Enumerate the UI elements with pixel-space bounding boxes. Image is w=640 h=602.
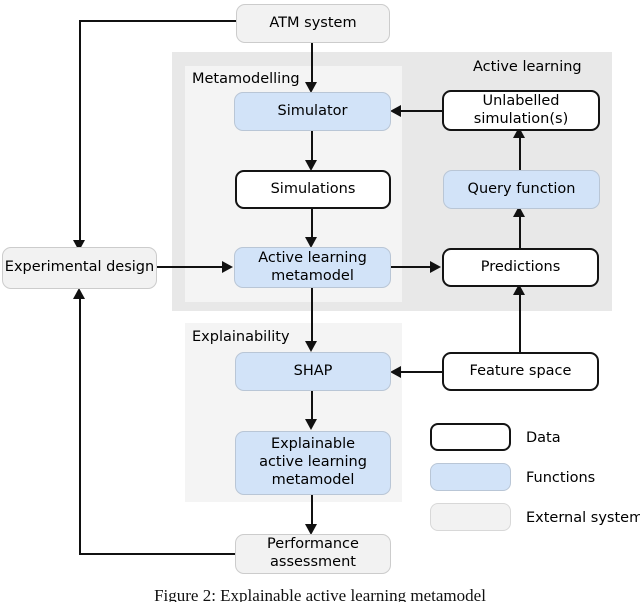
figure-caption: Figure 2: Explainable active learning me… <box>154 586 486 602</box>
connector-atm-to-left-bus <box>79 20 237 23</box>
legend-label-functions: Functions <box>526 470 596 486</box>
arrowhead-into-experimental-design-from-below <box>73 288 85 299</box>
arrowhead-into-explainable-alm <box>305 419 317 430</box>
node-predictions[interactable]: Predictions <box>442 248 599 287</box>
node-performance-assessment[interactable]: Performance assessment <box>235 534 391 574</box>
node-simulations-label: Simulations <box>270 180 356 197</box>
arrowhead-into-shap <box>305 341 317 352</box>
arrowhead-into-predictions <box>430 261 441 273</box>
node-explainable-active-learning-metamodel[interactable]: Explainable active learning metamodel <box>235 431 391 495</box>
node-feature-space[interactable]: Feature space <box>442 352 599 391</box>
node-experimental-design[interactable]: Experimental design <box>2 247 157 289</box>
arrowhead-into-simulator-from-right <box>390 105 401 117</box>
arrowhead-into-shap-from-right <box>390 366 401 378</box>
connector-unlabelled-to-simulator <box>399 110 444 113</box>
arrowhead-into-alm-from-left <box>222 261 233 273</box>
legend-swatch-data <box>430 423 511 451</box>
region-explainability-label: Explainability <box>192 329 290 345</box>
node-query-function-label: Query function <box>467 180 576 197</box>
node-query-function[interactable]: Query function <box>443 170 600 209</box>
node-shap[interactable]: SHAP <box>235 352 391 391</box>
node-active-learning-metamodel[interactable]: Active learning metamodel <box>234 247 391 288</box>
connector-query-to-unlabelled <box>519 136 522 171</box>
node-shap-label: SHAP <box>293 362 333 379</box>
node-active-learning-metamodel-label: Active learning metamodel <box>258 249 367 284</box>
connector-featurespace-to-shap <box>399 371 444 374</box>
legend-swatch-external-systems <box>430 503 511 531</box>
legend-label-external-systems: External systems <box>526 510 640 526</box>
connector-predictions-to-query <box>519 215 522 250</box>
connector-performance-to-left-bus <box>79 553 237 556</box>
node-experimental-design-label: Experimental design <box>4 259 155 276</box>
connector-featurespace-to-predictions <box>519 292 522 352</box>
region-active-learning-label: Active learning <box>473 59 582 75</box>
node-predictions-label: Predictions <box>480 258 561 275</box>
legend-label-data: Data <box>526 430 561 446</box>
node-atm-system-label: ATM system <box>269 14 357 31</box>
node-simulations[interactable]: Simulations <box>235 170 391 209</box>
connector-alm-to-predictions <box>390 266 433 269</box>
region-metamodelling-label: Metamodelling <box>192 71 300 87</box>
connector-return-bus-vertical <box>79 298 82 555</box>
connector-left-bus-vertical <box>79 20 82 246</box>
node-explainable-active-learning-metamodel-label: Explainable active learning metamodel <box>259 436 367 488</box>
node-simulator[interactable]: Simulator <box>234 92 391 131</box>
connector-expdesign-to-alm <box>157 266 225 269</box>
connector-alm-to-shap <box>311 287 314 345</box>
node-unlabelled-simulations[interactable]: Unlabelled simulation(s) <box>442 90 600 131</box>
node-unlabelled-simulations-label: Unlabelled simulation(s) <box>473 92 569 127</box>
figure-canvas: Active learning Metamodelling Explainabi… <box>0 0 640 602</box>
node-simulator-label: Simulator <box>277 102 348 119</box>
node-performance-assessment-label: Performance assessment <box>267 536 359 570</box>
node-feature-space-label: Feature space <box>469 362 572 379</box>
connector-atm-to-simulator <box>311 42 314 86</box>
legend-swatch-functions <box>430 463 511 491</box>
node-atm-system[interactable]: ATM system <box>236 4 390 43</box>
